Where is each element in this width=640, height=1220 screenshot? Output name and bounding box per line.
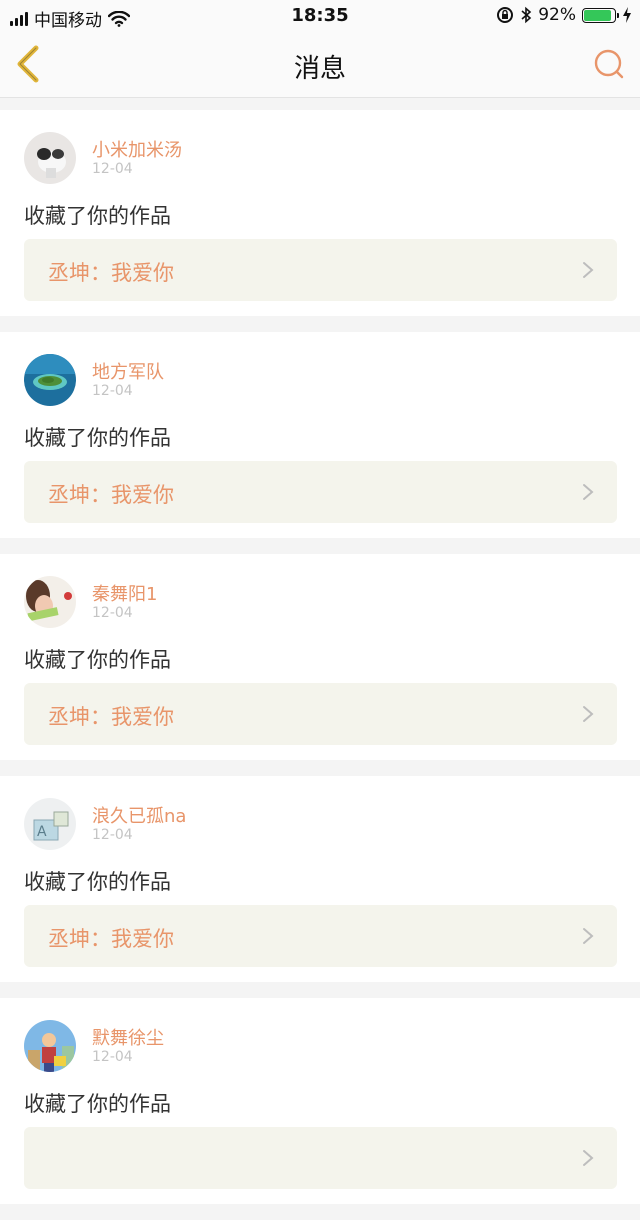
charging-icon — [623, 7, 631, 23]
search-icon — [594, 49, 624, 79]
username[interactable]: 小米加米汤 — [92, 136, 182, 162]
avatar[interactable]: A — [24, 798, 76, 850]
avatar-sketch-photo-icon: A — [24, 798, 76, 850]
status-bar: 中国移动 18:35 92% — [0, 0, 640, 32]
avatar-dog-photo-icon — [24, 132, 76, 184]
work-link[interactable]: 丞坤：我爱你 — [24, 239, 617, 301]
avatar[interactable] — [24, 576, 76, 628]
chevron-right-icon — [583, 484, 594, 500]
message-card[interactable]: A 浪久已孤na 12-04 收藏了你的作品 丞坤：我爱你 — [0, 776, 640, 982]
message-card[interactable]: 默舞徐尘 12-04 收藏了你的作品 — [0, 998, 640, 1204]
message-card[interactable]: 地方军队 12-04 收藏了你的作品 丞坤：我爱你 — [0, 332, 640, 538]
work-title: 丞坤：我爱你 — [48, 261, 174, 285]
chevron-right-icon — [583, 928, 594, 944]
action-text: 收藏了你的作品 — [24, 204, 171, 228]
avatar-island-photo-icon — [24, 354, 76, 406]
nav-bar: 消息 — [0, 32, 640, 98]
work-link[interactable] — [24, 1127, 617, 1189]
bluetooth-icon — [521, 6, 532, 24]
message-date: 12-04 — [92, 605, 133, 621]
work-link[interactable]: 丞坤：我爱你 — [24, 461, 617, 523]
status-right: 92% — [496, 5, 632, 25]
chevron-right-icon — [583, 262, 594, 278]
avatar[interactable] — [24, 354, 76, 406]
action-text: 收藏了你的作品 — [24, 870, 171, 894]
username[interactable]: 地方军队 — [92, 358, 164, 384]
username[interactable]: 浪久已孤na — [92, 802, 186, 828]
chevron-right-icon — [583, 1150, 594, 1166]
rotation-lock-icon — [497, 7, 514, 23]
page-title: 消息 — [293, 54, 346, 84]
message-date: 12-04 — [92, 827, 133, 843]
work-title: 丞坤：我爱你 — [48, 927, 174, 951]
action-text: 收藏了你的作品 — [24, 426, 171, 450]
username[interactable]: 秦舞阳1 — [92, 580, 157, 606]
battery-icon — [582, 7, 619, 23]
message-card[interactable]: 小米加米汤 12-04 收藏了你的作品 丞坤：我爱你 — [0, 110, 640, 316]
work-link[interactable]: 丞坤：我爱你 — [24, 683, 617, 745]
chevron-right-icon — [583, 706, 594, 722]
avatar-girl-photo-icon — [24, 576, 76, 628]
message-date: 12-04 — [92, 383, 133, 399]
work-title: 丞坤：我爱你 — [48, 705, 174, 729]
svg-text:A: A — [37, 824, 47, 840]
action-text: 收藏了你的作品 — [24, 648, 171, 672]
battery-percent: 92% — [538, 5, 576, 25]
work-title: 丞坤：我爱你 — [48, 483, 174, 507]
message-date: 12-04 — [92, 1049, 133, 1065]
action-text: 收藏了你的作品 — [24, 1092, 171, 1116]
message-list: 小米加米汤 12-04 收藏了你的作品 丞坤：我爱你 地方军队 12-04 收藏… — [0, 110, 640, 1220]
avatar[interactable] — [24, 1020, 76, 1072]
search-button[interactable] — [590, 46, 630, 84]
avatar-cartoon-photo-icon — [24, 1020, 76, 1072]
avatar[interactable] — [24, 132, 76, 184]
message-card[interactable]: 秦舞阳1 12-04 收藏了你的作品 丞坤：我爱你 — [0, 554, 640, 760]
username[interactable]: 默舞徐尘 — [92, 1024, 164, 1050]
message-date: 12-04 — [92, 161, 133, 177]
work-link[interactable]: 丞坤：我爱你 — [24, 905, 617, 967]
